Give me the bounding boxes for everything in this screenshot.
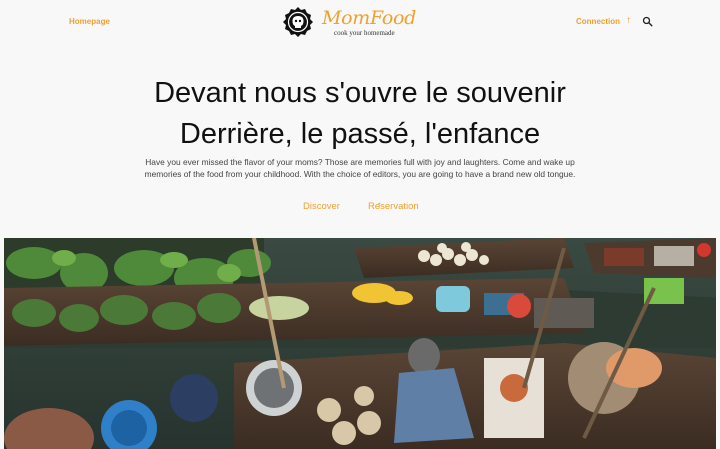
logo-wordmark[interactable]: MomFood xyxy=(322,7,416,29)
discover-link[interactable]: Discover xyxy=(303,201,340,212)
hero-photo-floating-market xyxy=(4,238,716,449)
hero-title-line-2: Derrière, le passé, l'enfance xyxy=(179,118,541,150)
nav-connection-link[interactable]: Connection xyxy=(576,17,620,26)
site-header: Homepage MomFood cook your homemade Conn… xyxy=(0,0,720,44)
logo-badge-icon[interactable] xyxy=(282,6,314,38)
hero-description: Have you ever missed the flavor of your … xyxy=(144,157,576,179)
market-photo-illustration xyxy=(4,238,716,449)
nav-homepage-link[interactable]: Homepage xyxy=(69,17,110,26)
reservation-link[interactable]: Reservation xyxy=(368,201,419,212)
search-icon[interactable] xyxy=(642,16,653,27)
hero-title-line-1: Devant nous s'ouvre le souvenir xyxy=(154,77,566,109)
up-arrow-icon[interactable]: ↑ xyxy=(626,15,631,26)
logo-tagline: cook your homemade xyxy=(334,29,395,37)
